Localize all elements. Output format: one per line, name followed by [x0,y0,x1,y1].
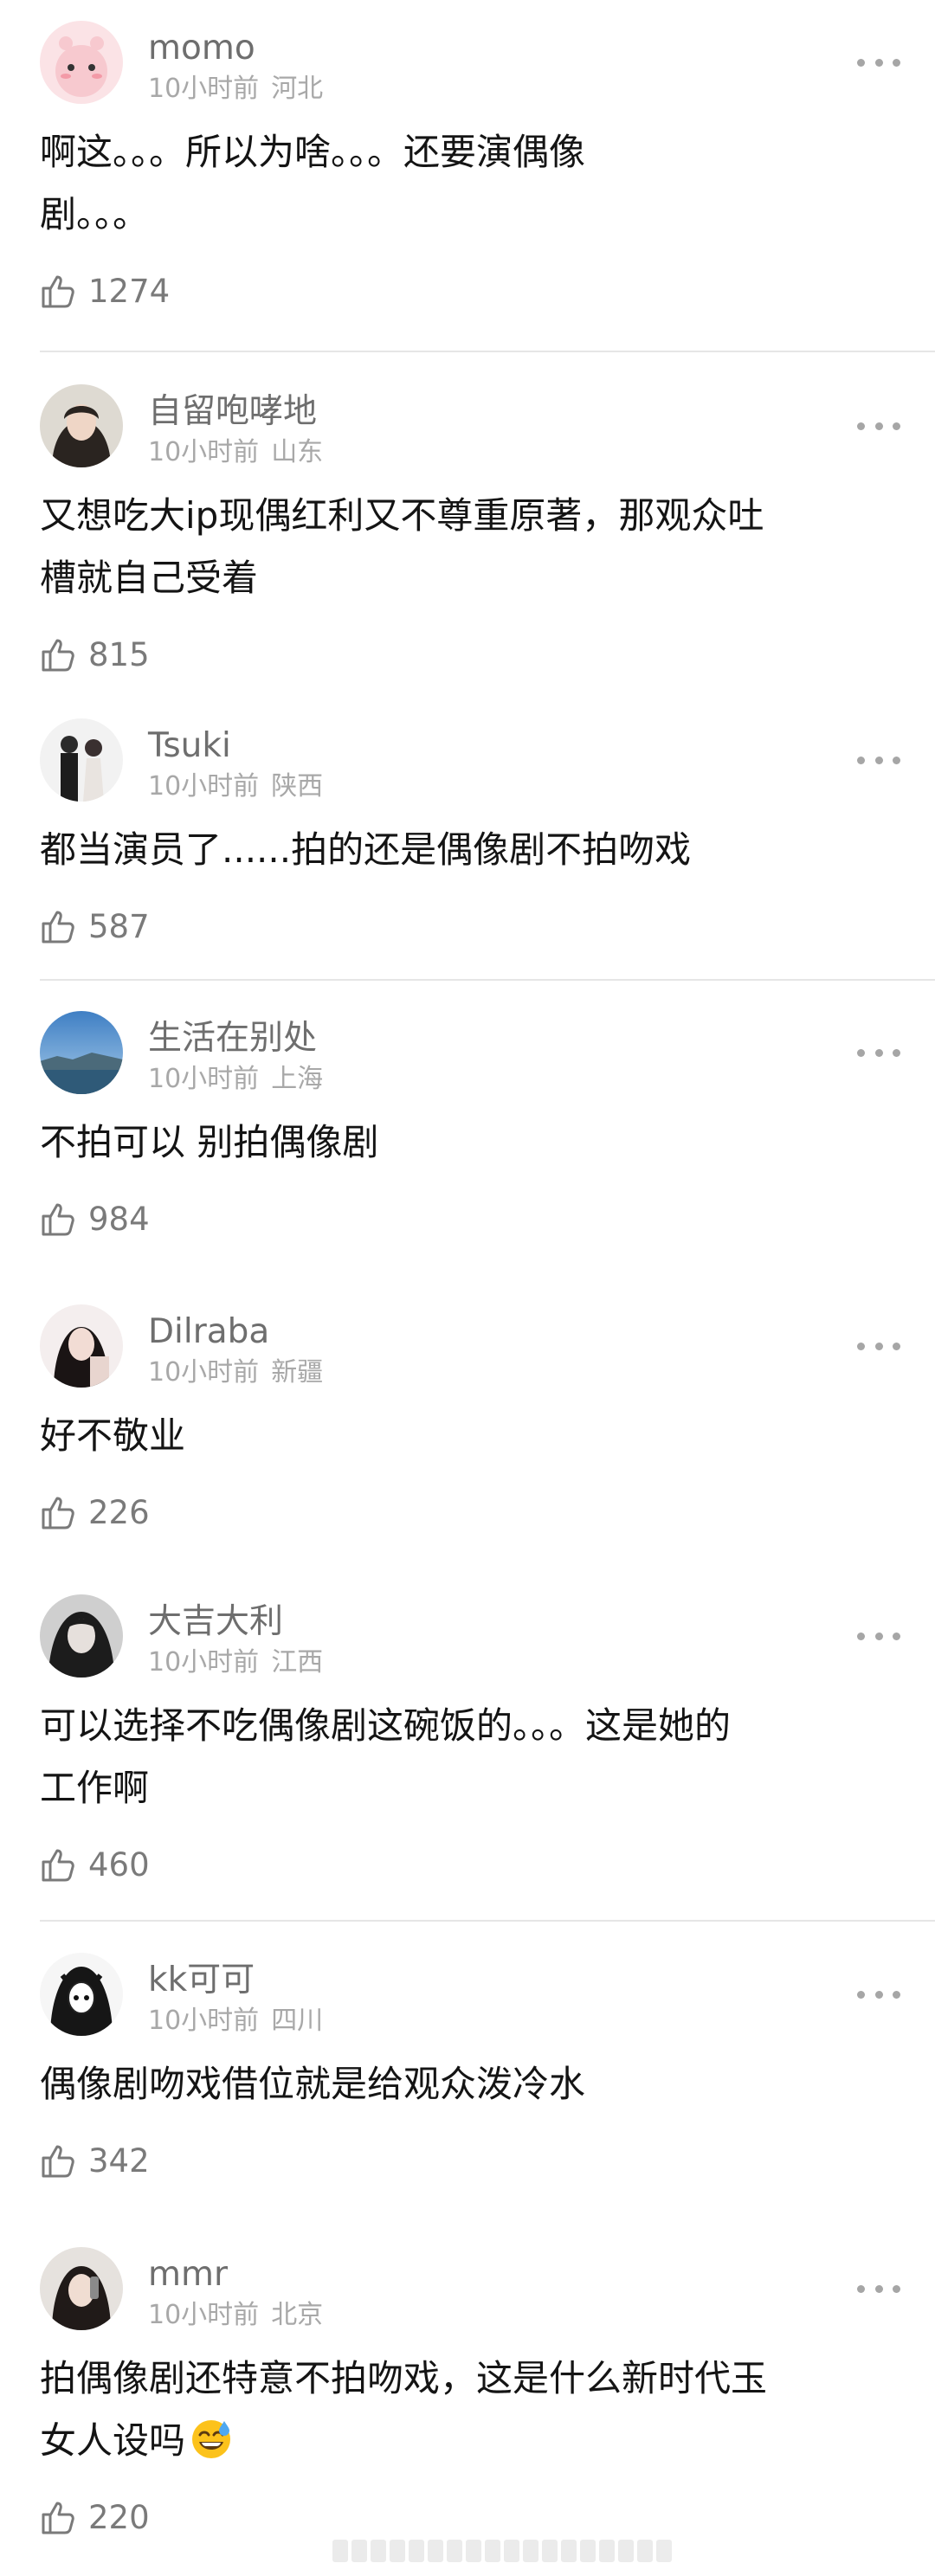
comment-meta: 10小时前 河北 [148,76,323,102]
comment-meta: 10小时前 陕西 [148,774,323,800]
comment-location: 陕西 [271,771,324,802]
like-count: 460 [88,1845,150,1884]
comment-location: 山东 [271,437,324,467]
like-count: 984 [88,1200,150,1238]
like-button[interactable]: 815 [40,635,150,673]
comment-text-line: 又想吃大ip现偶红利又不尊重原著，那观众吐 槽就自己受着 [40,494,764,599]
username[interactable]: kk可可 [148,1963,255,1997]
avatar[interactable] [40,21,123,104]
like-button[interactable]: 1274 [40,272,170,310]
comment-text: 啊这。。。所以为啥。。。还要演偶像 剧。。。 [40,121,897,246]
like-count: 342 [88,2141,150,2180]
divider [40,979,935,981]
comment-text: 拍偶像剧还特意不拍吻戏，这是什么新时代玉 女人设吗 [40,2347,897,2472]
like-count: 226 [88,1493,150,1531]
username[interactable]: Dilraba [148,1315,269,1349]
comment-meta: 10小时前 山东 [148,440,323,466]
comment-time: 10小时前 [148,2300,260,2330]
comment-time: 10小时前 [148,1357,260,1388]
comment-text: 又想吃大ip现偶红利又不尊重原著，那观众吐 槽就自己受着 [40,485,897,609]
comment-time: 10小时前 [148,1064,260,1094]
comment-text: 都当演员了......拍的还是偶像剧不拍吻戏 [40,819,897,881]
more-dots-icon[interactable] [857,419,900,433]
avatar[interactable] [40,1304,123,1388]
comment-text: 不拍可以 别拍偶像剧 [40,1111,897,1174]
username[interactable]: 生活在别处 [148,1021,317,1055]
thumbs-up-icon [42,911,74,943]
comment-location: 四川 [271,2006,324,2036]
like-button[interactable]: 460 [40,1845,150,1884]
like-button[interactable]: 226 [40,1493,150,1531]
comment-location: 北京 [271,2300,324,2330]
like-button[interactable]: 587 [40,907,150,945]
avatar[interactable] [40,2247,123,2330]
comment-meta: 10小时前 新疆 [148,1360,323,1386]
comment-text-line: 好不敬业 [40,1414,186,1457]
divider [40,1920,935,1922]
comment-time: 10小时前 [148,2006,260,2036]
thumbs-up-icon [42,2145,74,2178]
more-dots-icon[interactable] [857,1987,900,2001]
sweat-smile-emoji-icon [189,2416,234,2461]
divider [40,351,935,352]
watermark-bar [332,2540,713,2562]
comment-location: 江西 [271,1647,324,1678]
thumbs-up-icon [42,275,74,308]
avatar[interactable] [40,1594,123,1678]
like-count: 587 [88,907,150,945]
thumbs-up-icon [42,2502,74,2534]
avatar[interactable] [40,718,123,802]
comment-text-line: 拍偶像剧还特意不拍吻戏，这是什么新时代玉 女人设吗 [40,2357,768,2462]
comment-meta: 10小时前 上海 [148,1066,323,1092]
comment-time: 10小时前 [148,74,260,104]
username[interactable]: 自留咆哮地 [148,395,317,428]
thumbs-up-icon [42,1497,74,1530]
comment-meta: 10小时前 北京 [148,2302,323,2328]
comment-location: 新疆 [271,1357,324,1388]
avatar[interactable] [40,384,123,467]
username[interactable]: 大吉大利 [148,1605,283,1639]
like-button[interactable]: 342 [40,2141,150,2180]
avatar[interactable] [40,1011,123,1094]
more-dots-icon[interactable] [857,2282,900,2296]
comment-text-line: 可以选择不吃偶像剧这碗饭的。。。这是她的 工作啊 [40,1704,732,1809]
more-dots-icon[interactable] [857,55,900,69]
like-button[interactable]: 220 [40,2498,150,2536]
avatar[interactable] [40,1953,123,2036]
comment-text: 好不敬业 [40,1405,897,1467]
thumbs-up-icon [42,1849,74,1882]
comment-text: 偶像剧吻戏借位就是给观众泼冷水 [40,2053,897,2116]
like-count: 220 [88,2498,150,2536]
comment-meta: 10小时前 四川 [148,2008,323,2034]
comment-text-line: 啊这。。。所以为啥。。。还要演偶像 剧。。。 [40,131,586,235]
like-count: 815 [88,635,150,673]
comment-text: 可以选择不吃偶像剧这碗饭的。。。这是她的 工作啊 [40,1695,897,1819]
username[interactable]: mmr [148,2257,228,2291]
like-count: 1274 [88,272,171,310]
comment-text-line: 不拍可以 别拍偶像剧 [40,1121,379,1163]
comment-time: 10小时前 [148,1647,260,1678]
more-dots-icon[interactable] [857,1629,900,1643]
username[interactable]: momo [148,31,255,65]
comment-text-line: 都当演员了......拍的还是偶像剧不拍吻戏 [40,828,692,871]
comment-time: 10小时前 [148,437,260,467]
like-button[interactable]: 984 [40,1200,150,1238]
more-dots-icon[interactable] [857,1339,900,1353]
comment-text-line: 偶像剧吻戏借位就是给观众泼冷水 [40,2063,586,2105]
comment-time: 10小时前 [148,771,260,802]
more-dots-icon[interactable] [857,753,900,767]
thumbs-up-icon [42,639,74,672]
comment-location: 河北 [271,74,324,104]
username[interactable]: Tsuki [148,729,231,763]
comment-location: 上海 [271,1064,324,1094]
thumbs-up-icon [42,1203,74,1236]
comment-meta: 10小时前 江西 [148,1650,323,1676]
more-dots-icon[interactable] [857,1046,900,1059]
